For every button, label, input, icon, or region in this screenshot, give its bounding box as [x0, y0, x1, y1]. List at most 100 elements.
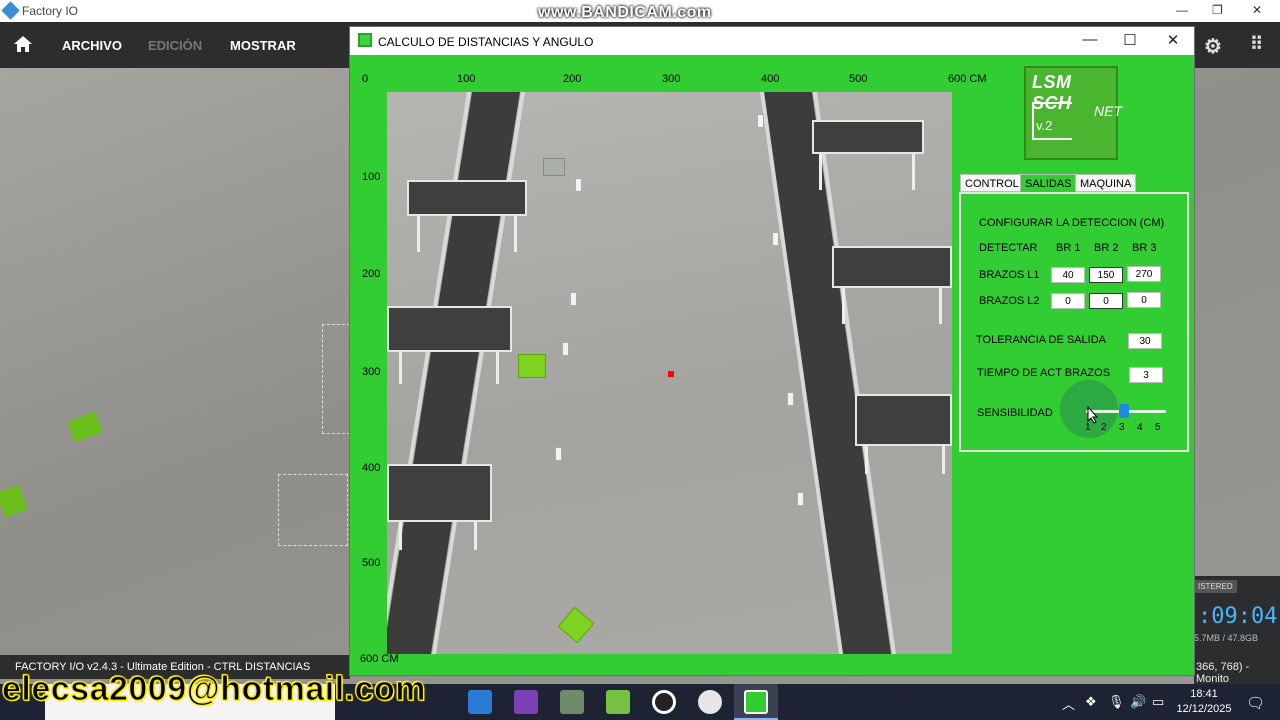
notifications-icon[interactable]: 🗨	[1246, 694, 1265, 712]
sensor	[797, 492, 804, 506]
brazos-l1-br3-input[interactable]: 270	[1127, 266, 1161, 282]
menu-archivo[interactable]: ARCHIVO	[62, 38, 122, 53]
sensor	[575, 178, 582, 192]
factoryio-app-title: Factory IO	[22, 4, 79, 18]
overlay-email-text: elecsa2009@hotmail.com	[1, 670, 427, 709]
y-axis-tick: 300	[362, 366, 381, 378]
sensor	[555, 447, 562, 461]
window-maximize-icon[interactable]: ☐	[1120, 31, 1140, 49]
window-title: CALCULO DE DISTANCIAS Y ANGULO	[378, 35, 594, 49]
sensibilidad-slider-thumb[interactable]	[1119, 404, 1129, 418]
tray-chevron-icon[interactable]: ︿	[1062, 694, 1075, 713]
tolerancia-input[interactable]: 30	[1128, 333, 1162, 349]
bandicam-watermark: www.BANDICAM.com	[538, 4, 712, 21]
slider-tick: 2	[1101, 422, 1107, 433]
taskbar-active-app[interactable]	[734, 684, 778, 720]
tab-control[interactable]: CONTROL	[960, 174, 1024, 192]
x-axis-tick: 300	[662, 73, 681, 85]
brazos-l1-br2-input[interactable]: 150	[1089, 267, 1123, 283]
grid-menu-icon[interactable]: ⠿	[1250, 34, 1263, 55]
table-legs	[399, 522, 477, 550]
col-header-br1: BR 1	[1056, 242, 1081, 254]
sensor	[757, 114, 764, 128]
menu-mostrar[interactable]: MOSTRAR	[230, 38, 296, 53]
brazos-l1-br1-input[interactable]: 40	[1051, 267, 1085, 283]
col-header-br3: BR 3	[1132, 242, 1157, 254]
side-table	[387, 306, 512, 352]
tab-salidas[interactable]: SALIDAS	[1020, 174, 1077, 192]
taskbar-date: 12/12/2025	[1176, 703, 1232, 715]
scene-box	[67, 411, 103, 443]
logo-version: v.2	[1036, 118, 1053, 133]
sensor	[772, 232, 779, 246]
restore-icon[interactable]: ❐	[1212, 3, 1223, 17]
x-axis-tick: 400	[761, 73, 780, 85]
window-close-icon[interactable]: ✕	[1163, 31, 1183, 49]
taskbar-time: 18:41	[1190, 688, 1218, 700]
y-axis-tick: 100	[362, 171, 381, 183]
logo-net: NET	[1094, 103, 1122, 119]
app-gear-icon[interactable]	[606, 690, 630, 714]
detection-heading: CONFIGURAR LA DETECCION (CM)	[979, 217, 1165, 229]
minimize-icon[interactable]: —	[1176, 3, 1188, 17]
x-axis-tick: 500	[849, 73, 868, 85]
close-icon[interactable]: ✕	[1252, 3, 1262, 17]
sensibilidad-label: SENSIBILIDAD	[977, 407, 1053, 419]
x-axis-tick: 0	[362, 73, 369, 85]
conveyor-box	[543, 158, 565, 176]
taskbar-clock[interactable]: 18:41 12/12/2025	[1176, 687, 1232, 717]
conveyor-box	[518, 354, 546, 378]
window-minimize-icon[interactable]: —	[1080, 31, 1100, 48]
table-legs	[417, 216, 517, 252]
tolerancia-label: TOLERANCIA DE SALIDA	[976, 334, 1107, 346]
image-viewer-icon[interactable]	[560, 690, 584, 714]
paint-icon[interactable]	[698, 690, 722, 714]
scene-box	[0, 484, 28, 518]
tiempo-label: TIEMPO DE ACT BRAZOS	[977, 367, 1111, 379]
brazos-l2-br1-input[interactable]: 0	[1051, 293, 1085, 309]
side-table	[387, 464, 492, 522]
side-table	[855, 394, 952, 446]
y-axis-tick: 400	[362, 462, 381, 474]
slider-tick: 4	[1137, 422, 1143, 433]
distance-angle-window: CALCULO DE DISTANCIAS Y ANGULO — ☐ ✕ 0 1…	[349, 26, 1195, 676]
slider-tick: 3	[1119, 422, 1125, 433]
col-header-br2: BR 2	[1094, 242, 1119, 254]
sensor	[787, 392, 794, 406]
menu-edicion[interactable]: EDICIÓN	[148, 38, 202, 53]
network-icon[interactable]: ▭	[1152, 694, 1164, 710]
brazos-l2-br3-input[interactable]: 0	[1127, 292, 1161, 308]
tab-maquina[interactable]: MAQUINA	[1075, 174, 1137, 192]
mouse-cursor-icon	[1087, 406, 1099, 424]
slider-tick: 5	[1155, 422, 1161, 433]
registered-badge: ISTERED	[1194, 580, 1237, 593]
side-table	[812, 120, 924, 154]
x-axis-tick: 100	[457, 73, 476, 85]
window-titlebar: CALCULO DE DISTANCIAS Y ANGULO — ☐ ✕	[350, 27, 1194, 55]
sensor	[570, 292, 577, 306]
sensor	[562, 342, 569, 356]
target-marker	[668, 371, 674, 377]
distance-app-icon	[744, 690, 768, 714]
salidas-panel: CONFIGURAR LA DETECCION (CM) DETECTAR BR…	[959, 192, 1189, 452]
settings-gear-icon[interactable]: ⚙	[1204, 34, 1222, 59]
visual-studio-icon[interactable]	[514, 690, 538, 714]
brazos-l2-label: BRAZOS L2	[979, 295, 1040, 307]
brazos-l2-br2-input[interactable]: 0	[1089, 293, 1123, 309]
home-icon[interactable]	[13, 35, 33, 53]
y-axis-tick: 600 CM	[360, 653, 399, 665]
camera-view[interactable]	[387, 92, 952, 654]
vscode-like-icon[interactable]	[468, 690, 492, 714]
y-axis-tick: 200	[362, 268, 381, 280]
conveyor-box	[557, 606, 595, 644]
brazos-l1-label: BRAZOS L1	[979, 269, 1040, 281]
table-legs	[842, 288, 942, 324]
sim-clock: :09:04	[1198, 604, 1278, 629]
detectar-label: DETECTAR	[979, 242, 1038, 254]
dropbox-icon[interactable]: ❖	[1085, 694, 1097, 710]
tiempo-input[interactable]: 3	[1129, 367, 1163, 383]
record-icon[interactable]	[652, 690, 676, 714]
microphone-icon[interactable]: 🎙	[1108, 694, 1125, 710]
ghost-outline	[322, 324, 350, 434]
volume-icon[interactable]: 🔊	[1130, 694, 1146, 710]
